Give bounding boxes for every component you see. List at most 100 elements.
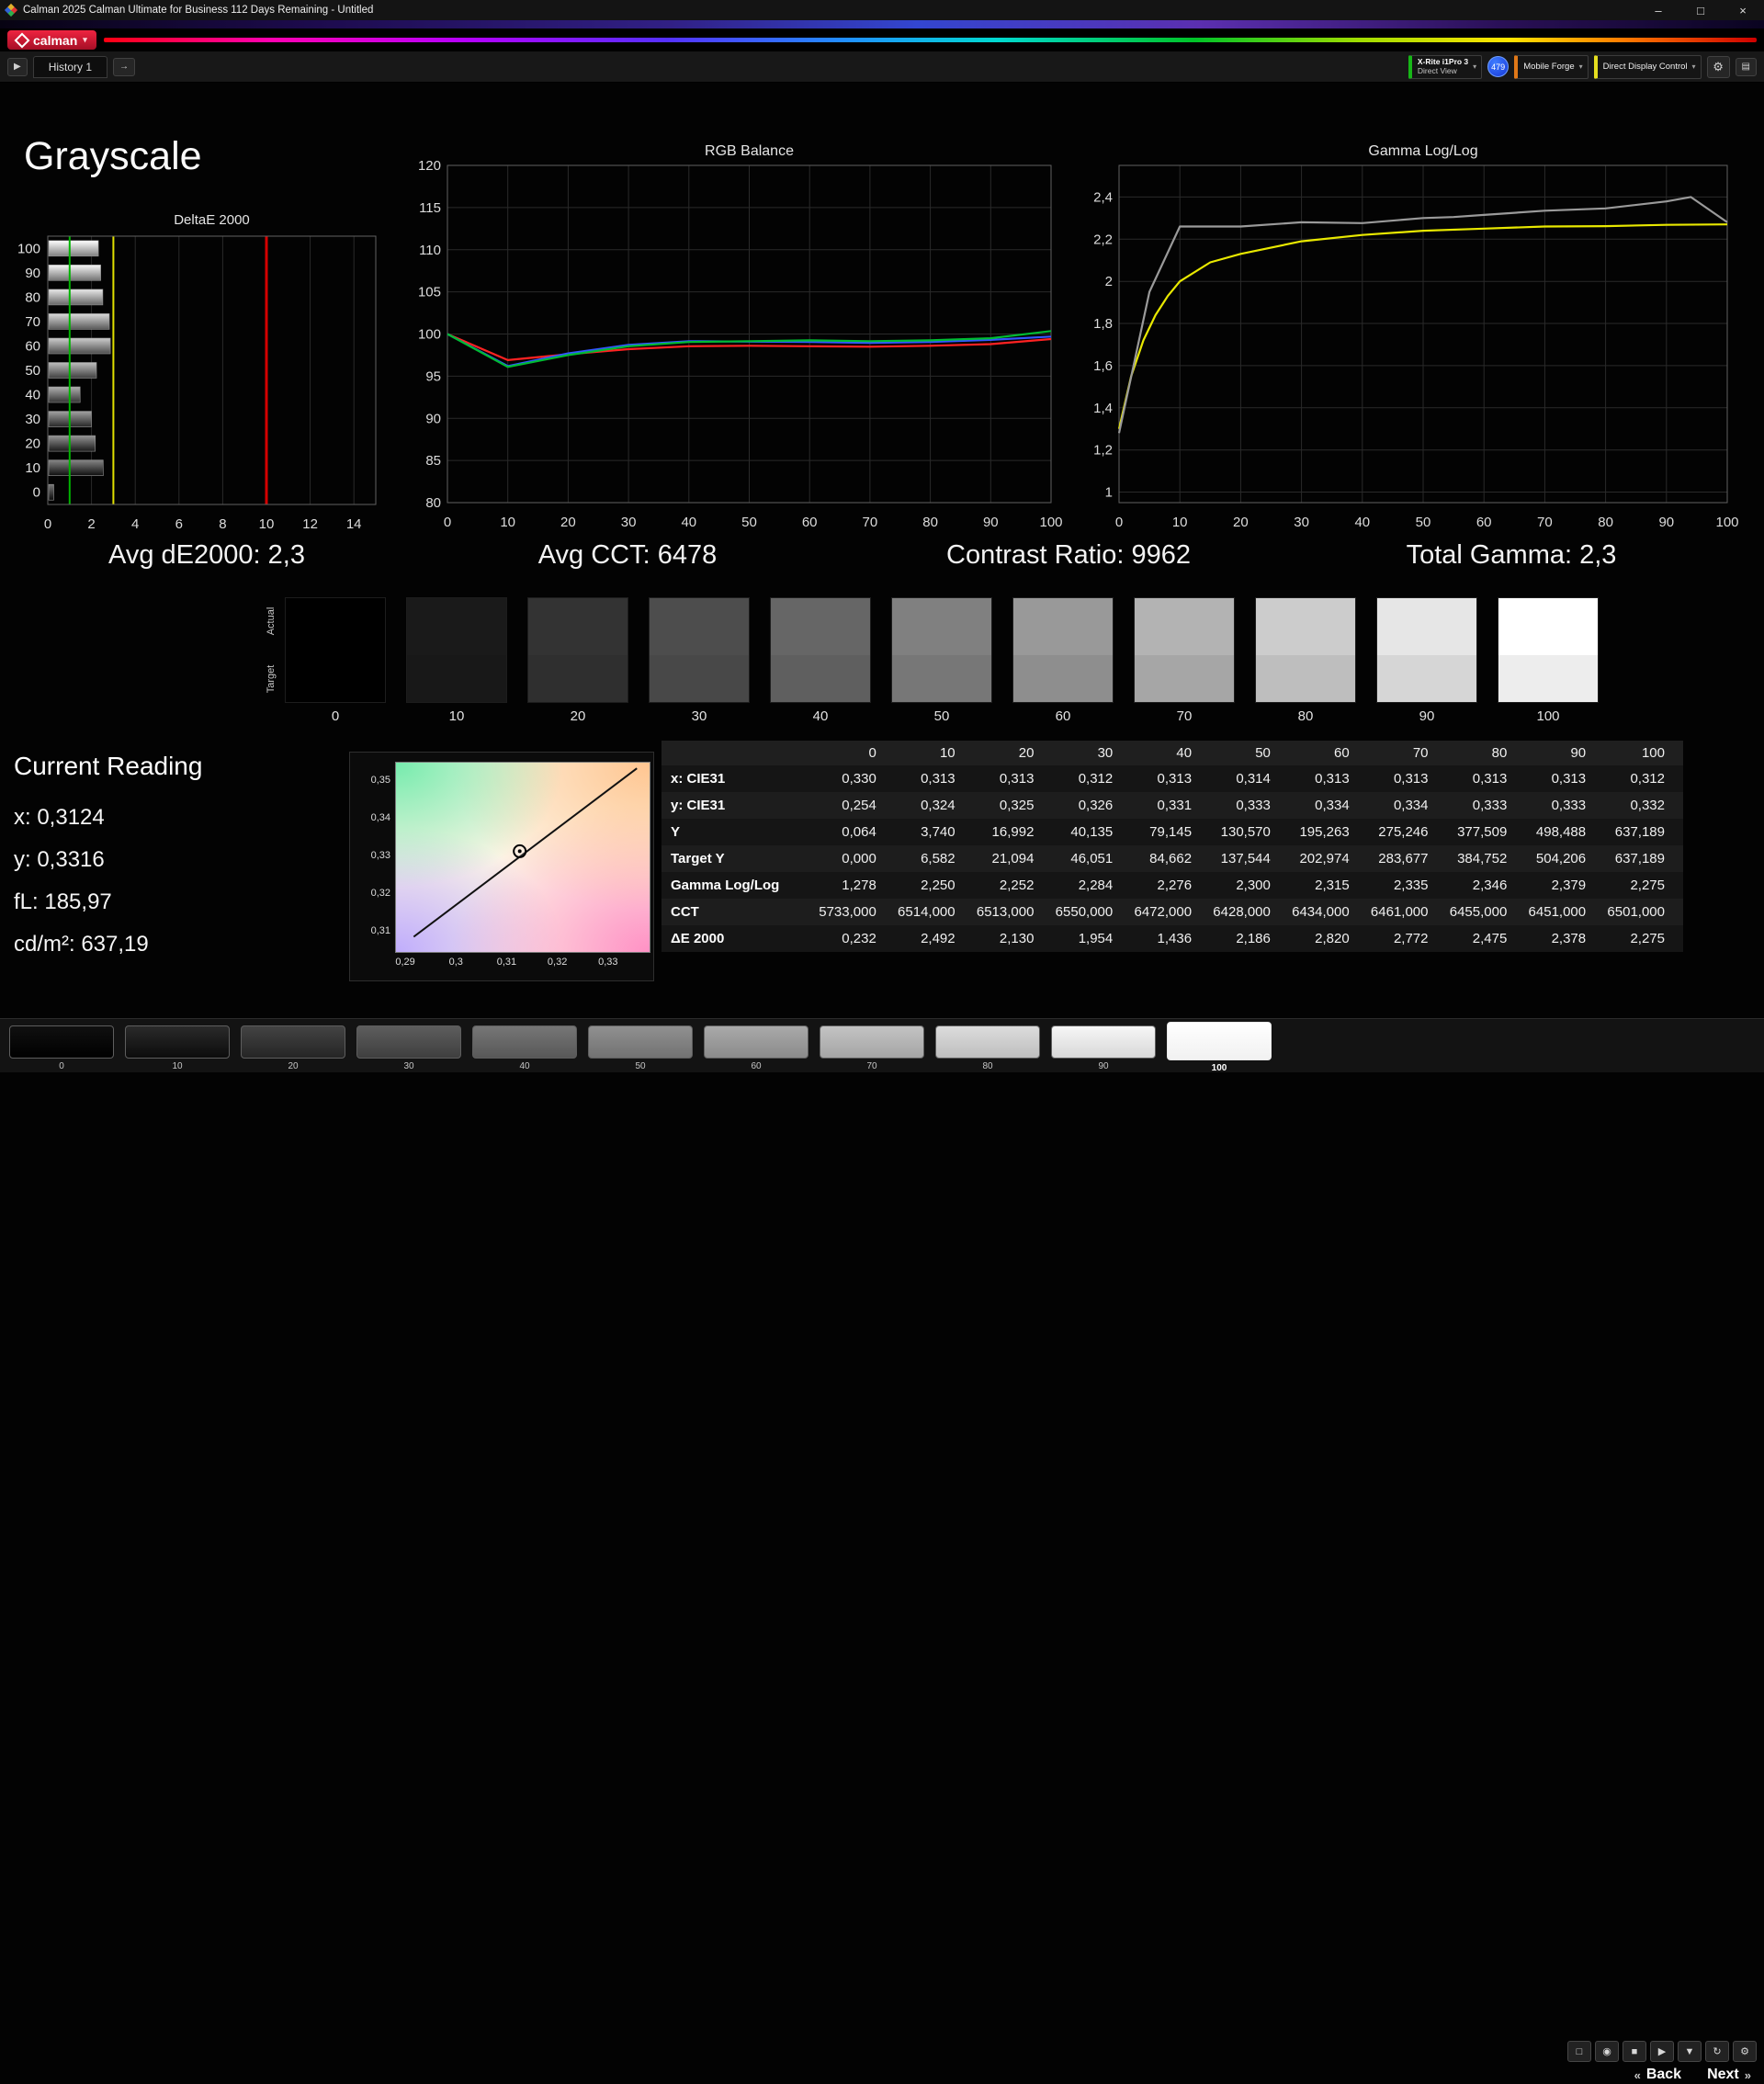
pattern-level-button-80[interactable] <box>935 1025 1040 1059</box>
svg-text:60: 60 <box>25 338 40 354</box>
svg-text:10: 10 <box>500 515 515 530</box>
play-button[interactable]: ▶ <box>1650 2041 1674 2062</box>
pattern-bar: □ ◉ ■ ▶ ▼ ↻ ⚙ « Back Next » 010203040506… <box>0 1018 1764 1072</box>
meter-dropdown[interactable]: X-Rite i1Pro 3 Direct View ▾ <box>1408 55 1482 79</box>
deltae-bar-100 <box>49 241 98 256</box>
pattern-level-label: 0 <box>9 1061 114 1071</box>
table-cell: 0,334 <box>1368 792 1447 819</box>
minimize-button[interactable]: – <box>1637 0 1679 20</box>
pattern-level-button-60[interactable] <box>704 1025 808 1059</box>
pattern-level-button-70[interactable] <box>820 1025 924 1059</box>
table-cell: 130,570 <box>1210 819 1289 845</box>
table-cell: 6514,000 <box>895 899 974 925</box>
table-col-header-70: 70 <box>1368 741 1447 765</box>
table-cell: 0,324 <box>895 792 974 819</box>
table-cell: 6472,000 <box>1131 899 1210 925</box>
back-arrow-icon: « <box>1634 2068 1641 2082</box>
svg-text:90: 90 <box>1658 515 1674 530</box>
pattern-window-button[interactable]: □ <box>1567 2041 1591 2062</box>
pattern-level-button-40[interactable] <box>472 1025 577 1059</box>
history-forward-button[interactable]: → <box>113 58 135 76</box>
grayscale-swatch-20 <box>527 597 628 703</box>
history-expand-button[interactable]: ▶ <box>7 58 28 76</box>
meter-mode: Direct View <box>1418 67 1468 76</box>
stop-button[interactable]: ■ <box>1623 2041 1646 2062</box>
grayscale-data-table: 0102030405060708090100x: CIE310,3300,313… <box>662 741 1683 952</box>
tab-history-1[interactable]: History 1 <box>33 56 107 78</box>
svg-text:115: 115 <box>419 200 441 216</box>
svg-text:1,4: 1,4 <box>1093 401 1113 416</box>
pattern-level-label: 40 <box>472 1061 577 1071</box>
pattern-level-button-10[interactable] <box>125 1025 230 1059</box>
table-cell: 202,974 <box>1289 845 1368 872</box>
deltae-bar-80 <box>49 289 103 305</box>
svg-text:1: 1 <box>1105 485 1113 501</box>
rainbow-gradient-line <box>104 38 1757 42</box>
swatch-target <box>892 655 991 702</box>
table-row-label: CCT <box>662 899 816 925</box>
table-cell: 0,333 <box>1525 792 1604 819</box>
table-row-label: x: CIE31 <box>662 765 816 792</box>
next-label: Next <box>1707 2067 1739 2083</box>
next-button[interactable]: Next » <box>1702 2066 1757 2084</box>
source-dropdown[interactable]: Mobile Forge ▾ <box>1514 55 1588 79</box>
table-col-header-40: 40 <box>1131 741 1210 765</box>
calman-logo-menu[interactable]: calman ▾ <box>7 30 96 50</box>
cie-y-tick-label: 0,34 <box>363 812 390 823</box>
svg-text:12: 12 <box>302 516 318 532</box>
refresh-button[interactable]: ↻ <box>1705 2041 1729 2062</box>
display-control-dropdown[interactable]: Direct Display Control ▾ <box>1594 55 1702 79</box>
table-cell: 84,662 <box>1131 845 1210 872</box>
panel-toggle-button[interactable]: ▤ <box>1736 58 1757 76</box>
settings-button[interactable]: ⚙ <box>1733 2041 1757 2062</box>
table-cell: 3,740 <box>895 819 974 845</box>
swatch-actual <box>528 598 628 655</box>
svg-text:80: 80 <box>922 515 938 530</box>
table-row: x: CIE310,3300,3130,3130,3120,3130,3140,… <box>662 765 1683 792</box>
cie-y-tick-label: 0,35 <box>363 775 390 786</box>
next-arrow-icon: » <box>1745 2068 1751 2082</box>
svg-text:40: 40 <box>1354 515 1370 530</box>
svg-text:0: 0 <box>1115 515 1123 530</box>
close-button[interactable]: × <box>1722 0 1764 20</box>
cie-y-tick-label: 0,31 <box>363 925 390 936</box>
window-titlebar: Calman 2025 Calman Ultimate for Business… <box>0 0 1764 20</box>
swatch-target <box>1013 655 1113 702</box>
deltae-bar-20 <box>49 436 96 451</box>
toolbar-right: X-Rite i1Pro 3 Direct View ▾ 479 Mobile … <box>1408 55 1757 79</box>
table-col-header-80: 80 <box>1447 741 1526 765</box>
grayscale-swatch-90 <box>1376 597 1477 703</box>
pattern-level-label: 50 <box>588 1061 693 1071</box>
swatch-row-label-target: Target <box>266 651 277 707</box>
svg-text:80: 80 <box>25 289 40 305</box>
back-button[interactable]: « Back <box>1629 2066 1687 2084</box>
table-row-label: Y <box>662 819 816 845</box>
swatch-level-label: 10 <box>406 708 507 724</box>
svg-text:85: 85 <box>425 453 441 469</box>
pattern-level-button-30[interactable] <box>356 1025 461 1059</box>
cie-x-tick-label: 0,29 <box>395 957 414 968</box>
pattern-level-button-90[interactable] <box>1051 1025 1156 1059</box>
settings-gear-button[interactable]: ⚙ <box>1707 56 1730 78</box>
save-button[interactable]: ▼ <box>1678 2041 1702 2062</box>
table-cell: 504,206 <box>1525 845 1604 872</box>
stat-avg-cct: Avg CCT: 6478 <box>538 540 718 571</box>
table-cell: 275,246 <box>1368 819 1447 845</box>
table-cell: 0,000 <box>816 845 895 872</box>
measure-button[interactable]: ◉ <box>1595 2041 1619 2062</box>
pattern-level-button-20[interactable] <box>241 1025 345 1059</box>
maximize-button[interactable]: □ <box>1679 0 1722 20</box>
pattern-level-button-0[interactable] <box>9 1025 114 1059</box>
svg-text:30: 30 <box>1294 515 1309 530</box>
table-col-header-100: 100 <box>1604 741 1683 765</box>
pattern-level-button-100[interactable] <box>1167 1022 1272 1060</box>
svg-text:0: 0 <box>444 515 451 530</box>
chevron-down-icon: ▾ <box>1692 62 1696 71</box>
table-cell: 2,300 <box>1210 872 1289 899</box>
deltae-bar-90 <box>49 265 101 280</box>
pattern-level-button-50[interactable] <box>588 1025 693 1059</box>
swatch-actual <box>1013 598 1113 655</box>
svg-text:40: 40 <box>681 515 696 530</box>
table-row-label: Gamma Log/Log <box>662 872 816 899</box>
toolbar-left: ▶ History 1 → <box>7 56 135 78</box>
